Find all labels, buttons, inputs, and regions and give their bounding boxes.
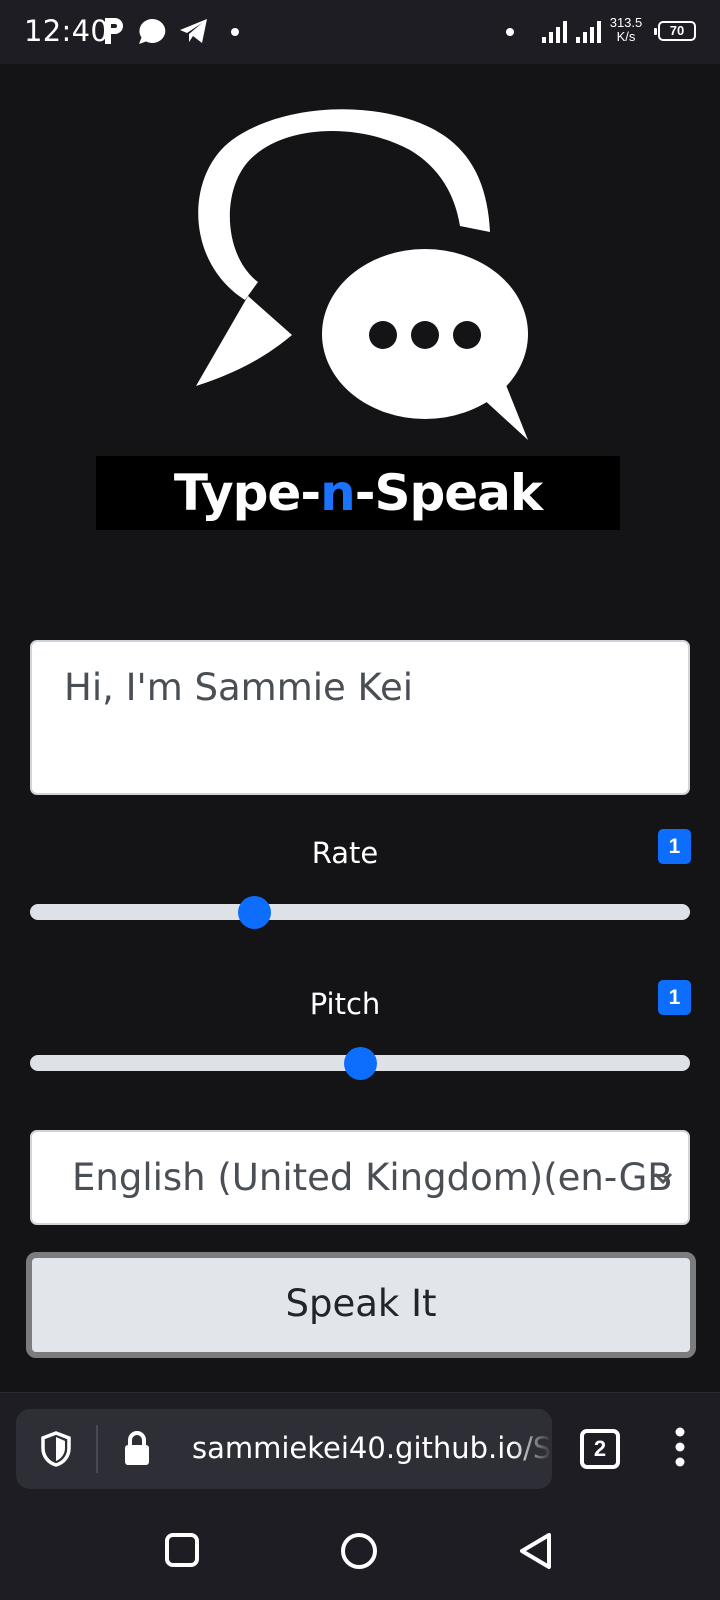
signal-bars-icon bbox=[542, 21, 567, 43]
logo-text-part: Type- bbox=[173, 464, 321, 522]
logo-text-part: -Speak bbox=[354, 464, 543, 522]
rate-slider-thumb[interactable] bbox=[238, 896, 272, 929]
speech-text-input[interactable]: Hi, I'm Sammie Kei bbox=[30, 640, 690, 795]
home-circle-icon[interactable] bbox=[340, 1532, 378, 1570]
address-bar[interactable]: sammiekei40.github.io/Speak bbox=[16, 1409, 552, 1489]
pitch-value-badge: 1 bbox=[658, 980, 691, 1015]
voice-select-value: English (United Kingdom)(en-GB) bbox=[72, 1156, 672, 1199]
chevron-down-icon bbox=[653, 1172, 673, 1185]
parking-p-icon bbox=[105, 18, 123, 44]
chat-bubble-icon bbox=[139, 18, 166, 44]
lock-icon bbox=[125, 1431, 149, 1465]
tab-switcher-button[interactable]: 2 bbox=[580, 1429, 620, 1469]
speak-button[interactable]: Speak It bbox=[26, 1252, 696, 1358]
notification-dot-icon bbox=[506, 28, 514, 36]
status-time: 12:40 bbox=[24, 14, 110, 48]
telegram-icon bbox=[180, 19, 207, 43]
browser-toolbar: sammiekei40.github.io/Speak 2 bbox=[0, 1392, 720, 1500]
status-bar: 12:40 313.5 K/s 70 bbox=[0, 0, 720, 64]
signal-bars-icon bbox=[576, 21, 601, 43]
app-logo-wordmark: Type-n-Speak bbox=[96, 456, 620, 530]
logo-text-accent: n bbox=[320, 464, 356, 522]
url-text: sammiekei40.github.io/Speak bbox=[192, 1431, 552, 1465]
battery-icon: 70 bbox=[654, 21, 696, 41]
rate-value-badge: 1 bbox=[658, 829, 691, 864]
rate-slider[interactable] bbox=[30, 896, 690, 929]
screen: 12:40 313.5 K/s 70 Type-n-Speak Hi, I'm … bbox=[0, 0, 720, 1600]
address-bar-divider bbox=[96, 1425, 98, 1473]
network-speed: 313.5 K/s bbox=[604, 16, 648, 44]
speech-bubbles-logo-icon bbox=[196, 109, 528, 440]
network-speed-value: 313.5 bbox=[609, 15, 643, 30]
system-nav-bar bbox=[0, 1500, 720, 1600]
more-menu-icon[interactable] bbox=[674, 1427, 686, 1467]
back-triangle-icon[interactable] bbox=[518, 1532, 554, 1570]
voice-select[interactable]: English (United Kingdom)(en-GB) bbox=[30, 1130, 690, 1225]
notification-dot-icon bbox=[231, 28, 239, 36]
network-speed-unit: K/s bbox=[616, 29, 636, 44]
pitch-label: Pitch bbox=[309, 987, 381, 1021]
shield-icon[interactable] bbox=[40, 1431, 72, 1467]
recents-square-icon[interactable] bbox=[164, 1532, 200, 1568]
pitch-slider-thumb[interactable] bbox=[344, 1047, 377, 1080]
pitch-slider[interactable] bbox=[30, 1047, 690, 1080]
url-fade bbox=[512, 1409, 552, 1489]
rate-label: Rate bbox=[311, 836, 379, 870]
